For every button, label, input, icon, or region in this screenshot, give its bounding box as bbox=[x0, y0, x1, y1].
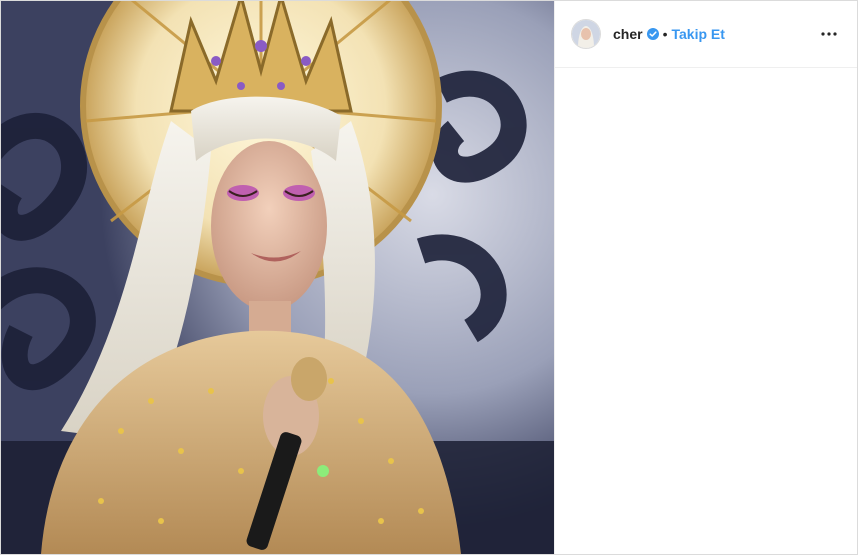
follow-button[interactable]: Takip Et bbox=[671, 26, 724, 42]
avatar[interactable] bbox=[571, 19, 601, 49]
username-link[interactable]: cher bbox=[613, 26, 643, 42]
post-image[interactable] bbox=[1, 1, 554, 554]
more-options-icon[interactable] bbox=[817, 22, 841, 46]
avatar-image bbox=[572, 20, 600, 48]
post-dialog: cher • Takip Et bbox=[0, 0, 858, 555]
performer-photo bbox=[1, 1, 554, 554]
post-sidebar: cher • Takip Et bbox=[554, 1, 857, 554]
post-header: cher • Takip Et bbox=[555, 1, 857, 68]
verified-badge-icon bbox=[646, 28, 659, 40]
separator-dot: • bbox=[662, 26, 668, 42]
